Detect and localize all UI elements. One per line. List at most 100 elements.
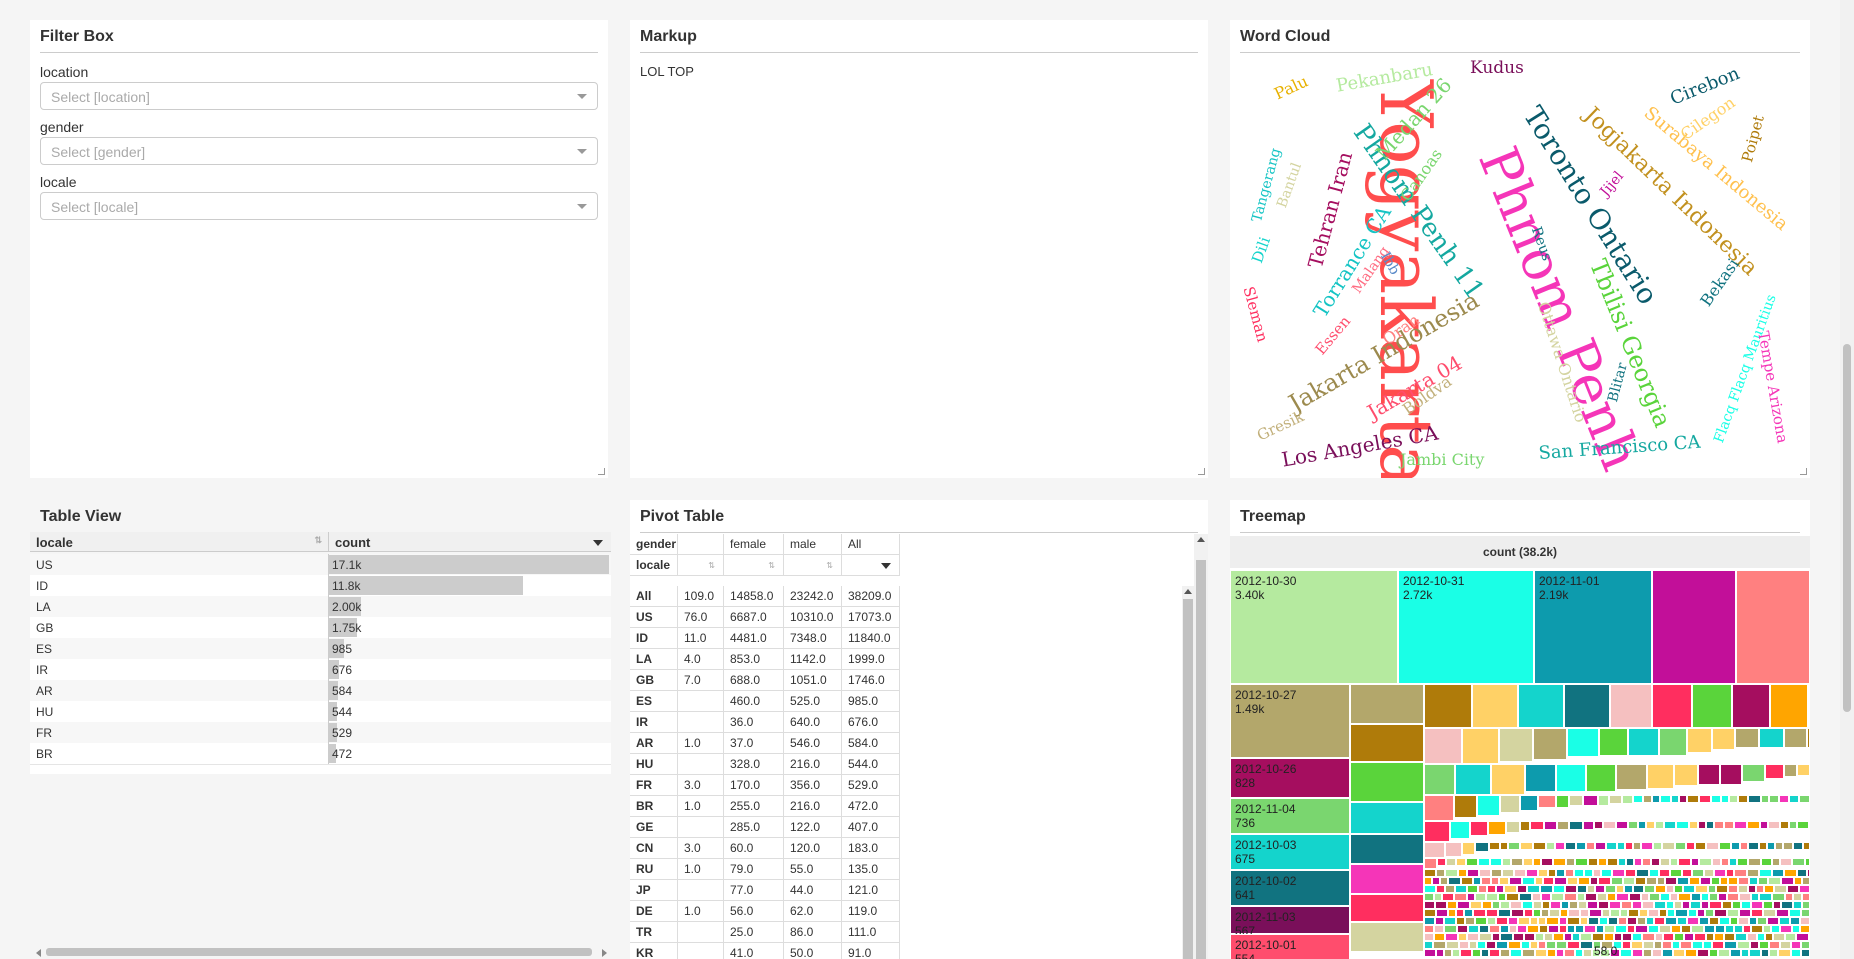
table-row[interactable]: IR 676	[30, 659, 611, 681]
treemap-cell[interactable]	[1496, 917, 1508, 925]
treemap-cell[interactable]	[1781, 901, 1793, 909]
treemap-cell[interactable]	[1533, 901, 1542, 909]
treemap-cell[interactable]	[1735, 728, 1759, 748]
treemap-cell[interactable]	[1720, 877, 1728, 885]
treemap-cell[interactable]	[1542, 901, 1550, 909]
treemap-cell[interactable]	[1622, 941, 1631, 949]
treemap-cell[interactable]: 2012-10-30 3.40k	[1230, 570, 1398, 684]
treemap-cell[interactable]	[1564, 684, 1610, 728]
pivot-sort-control[interactable]: ⇅	[784, 555, 842, 576]
treemap-cell[interactable]	[1467, 885, 1478, 893]
treemap-cell[interactable]	[1689, 877, 1700, 885]
treemap-cell[interactable]	[1726, 869, 1734, 877]
treemap-cell[interactable]: 2012-11-01 2.19k	[1534, 570, 1652, 684]
treemap-cell[interactable]	[1727, 909, 1739, 917]
treemap-cell[interactable]	[1456, 909, 1464, 917]
treemap-cell[interactable]	[1436, 909, 1448, 917]
treemap-cell[interactable]	[1491, 877, 1499, 885]
treemap-cell[interactable]	[1624, 885, 1633, 893]
treemap-cell[interactable]	[1350, 802, 1424, 834]
treemap-cell[interactable]: 2012-11-04 736	[1230, 798, 1350, 834]
treemap-cell[interactable]	[1791, 941, 1801, 949]
treemap-cell[interactable]	[1436, 885, 1445, 893]
treemap-cell[interactable]	[1748, 858, 1761, 866]
treemap-cell[interactable]	[1539, 925, 1548, 933]
treemap-cell[interactable]	[1721, 858, 1729, 866]
treemap-cell[interactable]	[1541, 858, 1553, 866]
treemap-cell[interactable]	[1720, 764, 1742, 785]
treemap-cell[interactable]	[1486, 941, 1496, 949]
treemap-cell[interactable]	[1618, 917, 1627, 925]
treemap-cell[interactable]	[1642, 858, 1651, 866]
treemap-cell[interactable]	[1490, 858, 1502, 866]
treemap-cell[interactable]	[1681, 925, 1691, 933]
treemap-cell[interactable]	[1424, 842, 1445, 858]
treemap-cell[interactable]	[1728, 885, 1738, 893]
treemap-cell[interactable]: 2012-10-02 641	[1230, 870, 1350, 906]
treemap-cell[interactable]	[1709, 901, 1722, 909]
treemap-cell[interactable]	[1465, 917, 1475, 925]
treemap-cell[interactable]	[1807, 728, 1810, 748]
treemap-cell[interactable]	[1637, 917, 1646, 925]
treemap-cell[interactable]	[1533, 858, 1541, 866]
treemap-cell[interactable]	[1446, 941, 1459, 949]
treemap-cell[interactable]	[1738, 795, 1748, 803]
treemap-cell[interactable]	[1482, 901, 1492, 909]
treemap-cell[interactable]	[1796, 933, 1809, 941]
treemap-cell[interactable]	[1670, 858, 1678, 866]
treemap-cell[interactable]	[1634, 858, 1642, 866]
treemap-cell[interactable]	[1780, 858, 1792, 866]
treemap-cell[interactable]	[1565, 842, 1576, 850]
treemap-cell[interactable]	[1532, 893, 1541, 901]
table-row[interactable]: US 17.1k	[30, 554, 611, 576]
treemap-cell[interactable]	[1670, 893, 1678, 901]
treemap-cell[interactable]	[1721, 795, 1729, 803]
treemap-cell[interactable]	[1508, 842, 1520, 850]
treemap-cell[interactable]	[1667, 909, 1675, 917]
treemap-cell[interactable]	[1486, 909, 1498, 917]
treemap-cell[interactable]	[1729, 858, 1737, 866]
treemap-cell[interactable]	[1437, 858, 1446, 866]
treemap-cell[interactable]	[1508, 941, 1521, 949]
treemap-cell[interactable]	[1677, 877, 1689, 885]
treemap-cell[interactable]: 2012-10-03 675	[1230, 834, 1350, 870]
treemap-cell[interactable]	[1627, 925, 1635, 933]
treemap-cell[interactable]	[1598, 901, 1609, 909]
vertical-scrollbar[interactable]	[1182, 586, 1194, 959]
table-row[interactable]: ES 985	[30, 638, 611, 660]
pivot-sort-control[interactable]	[842, 555, 900, 576]
treemap-cell[interactable]	[1689, 821, 1698, 829]
treemap-cell[interactable]	[1607, 893, 1616, 901]
treemap-cell[interactable]	[1464, 909, 1473, 917]
treemap-cell[interactable]	[1614, 933, 1622, 941]
treemap-cell[interactable]	[1440, 877, 1448, 885]
treemap-cell[interactable]	[1609, 901, 1621, 909]
treemap-cell[interactable]	[1518, 684, 1564, 728]
treemap-cell[interactable]	[1576, 842, 1586, 850]
treemap-cell[interactable]	[1763, 925, 1771, 933]
resize-handle[interactable]	[598, 468, 605, 475]
treemap-cell[interactable]	[1665, 917, 1677, 925]
treemap-cell[interactable]	[1652, 949, 1662, 957]
treemap-cell[interactable]	[1799, 885, 1810, 893]
treemap-cell[interactable]	[1583, 949, 1592, 957]
treemap-cell[interactable]: 2012-10-31 2.72k	[1398, 570, 1534, 684]
treemap-cell[interactable]	[1682, 901, 1690, 909]
treemap-cell[interactable]	[1489, 925, 1500, 933]
treemap-cell[interactable]	[1555, 842, 1565, 850]
treemap-cell[interactable]	[1586, 764, 1616, 792]
treemap-cell[interactable]	[1575, 925, 1584, 933]
treemap-cell[interactable]	[1652, 684, 1692, 728]
treemap-cell[interactable]	[1636, 869, 1649, 877]
treemap-cell[interactable]	[1444, 949, 1452, 957]
treemap-cell[interactable]	[1701, 901, 1709, 909]
treemap-cell[interactable]	[1424, 869, 1436, 877]
treemap-cell[interactable]	[1350, 762, 1424, 802]
treemap-cell[interactable]	[1736, 570, 1810, 684]
treemap-cell[interactable]	[1738, 917, 1749, 925]
treemap-cell[interactable]	[1538, 917, 1546, 925]
scroll-left-icon[interactable]	[36, 949, 41, 957]
treemap-cell[interactable]	[1424, 949, 1436, 957]
table-row[interactable]: HU 544	[30, 701, 611, 723]
treemap-cell[interactable]	[1435, 917, 1444, 925]
